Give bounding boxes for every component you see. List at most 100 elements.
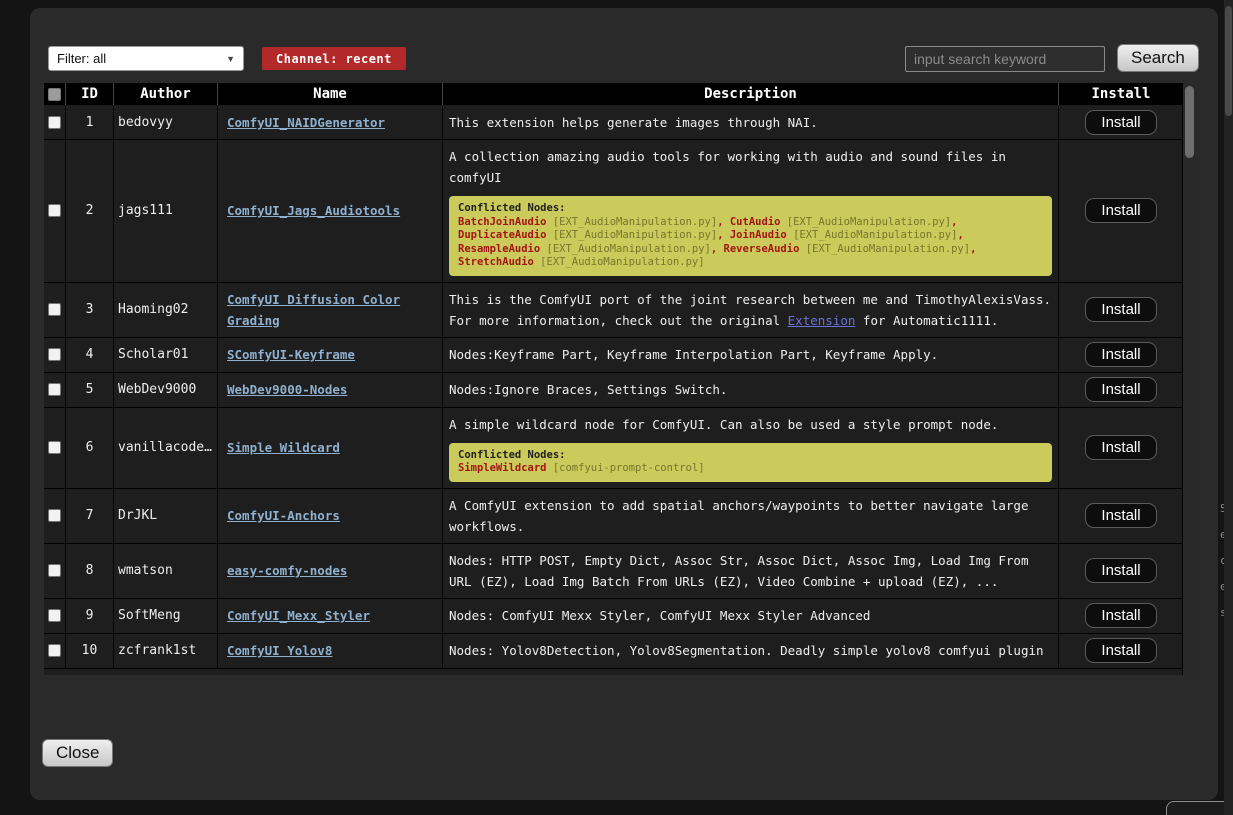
install-button[interactable]: Install <box>1085 110 1156 135</box>
description-text: This is the ComfyUI port of the joint re… <box>449 289 1052 331</box>
custom-nodes-table: ID Author Name Description Install 1bedo… <box>44 83 1197 675</box>
cell-checkbox <box>44 408 66 488</box>
cell-author: Haoming02 <box>114 283 218 337</box>
node-name-link[interactable]: ComfyUI_NAIDGenerator <box>227 112 385 133</box>
conflict-ext-ref: [comfyui-prompt-control] <box>547 462 705 474</box>
row-checkbox[interactable] <box>48 609 61 622</box>
conflict-separator: , <box>970 243 976 255</box>
node-name-link[interactable]: easy-comfy-nodes <box>227 560 347 581</box>
cell-install: Install <box>1059 544 1183 598</box>
install-button[interactable]: Install <box>1085 638 1156 663</box>
row-checkbox[interactable] <box>48 348 61 361</box>
node-name-link[interactable]: ComfyUI_Mexx_Styler <box>227 605 370 626</box>
install-button[interactable]: Install <box>1085 377 1156 402</box>
node-name-link[interactable]: SComfyUI-Keyframe <box>227 344 355 365</box>
node-name-link[interactable]: ComfyUI Diffusion Color Grading <box>227 289 433 331</box>
table-scrollbar[interactable] <box>1182 83 1197 675</box>
table-scrollbar-thumb[interactable] <box>1185 86 1194 158</box>
install-button[interactable]: Install <box>1085 503 1156 528</box>
conflict-node-name: ReverseAudio <box>724 243 800 255</box>
table-row: 2jags111 ComfyUI_Jags_Audiotools A collect… <box>44 140 1183 283</box>
conflict-node-name: JoinAudio <box>730 229 787 241</box>
conflict-ext-ref: [EXT_AudioManipulation.py] <box>787 229 958 241</box>
row-checkbox[interactable] <box>48 303 61 316</box>
table-row: 6vanillacode…Simple WildcardA simple wil… <box>44 408 1183 489</box>
cell-name: easy-comfy-nodes <box>218 544 443 598</box>
select-all-checkbox[interactable] <box>48 88 61 101</box>
table-header: ID Author Name Description Install <box>44 83 1183 105</box>
cell-author: wmatson <box>114 544 218 598</box>
filter-select-value: Filter: all <box>57 51 106 66</box>
node-name-link[interactable]: ComfyUI-Anchors <box>227 505 340 526</box>
install-button[interactable]: Install <box>1085 297 1156 322</box>
header-author: Author <box>114 83 218 105</box>
cell-description: Nodes:Ignore Braces, Settings Switch. <box>443 373 1059 407</box>
install-button[interactable]: Install <box>1085 198 1156 223</box>
channel-badge: Channel: recent <box>262 47 406 70</box>
conflict-separator: , <box>717 216 730 228</box>
row-checkbox[interactable] <box>48 383 61 396</box>
description-segment: for Automatic1111. <box>855 313 998 328</box>
header-install: Install <box>1059 83 1183 105</box>
cell-name: ComfyUI_Jags_Audiotools <box>218 140 443 282</box>
install-button[interactable]: Install <box>1085 342 1156 367</box>
conflict-items: BatchJoinAudio [EXT_AudioManipulation.py… <box>458 216 1043 270</box>
conflict-box: Conflicted Nodes:BatchJoinAudio [EXT_Aud… <box>449 196 1052 276</box>
conflict-title: Conflicted Nodes: <box>458 449 1043 463</box>
cell-author: WebDev9000 <box>114 373 218 407</box>
description-link[interactable]: Extension <box>788 313 856 328</box>
cell-author: bedovyy <box>114 105 218 139</box>
conflict-ext-ref: [EXT_AudioManipulation.py] <box>547 216 718 228</box>
cell-author: vanillacode… <box>114 408 218 488</box>
row-checkbox[interactable] <box>48 116 61 129</box>
table-row: 1bedovyyComfyUI_NAIDGeneratorThis extens… <box>44 105 1183 140</box>
close-button[interactable]: Close <box>42 739 113 767</box>
node-name-link[interactable]: Simple Wildcard <box>227 437 340 458</box>
install-button[interactable]: Install <box>1085 435 1156 460</box>
partial-button[interactable] <box>1166 801 1233 815</box>
node-name-link[interactable]: ComfyUI_Jags_Audiotools <box>227 200 400 221</box>
cell-id: 2 <box>66 140 114 282</box>
description-text: Nodes:Keyframe Part, Keyframe Interpolat… <box>449 344 1052 365</box>
header-name: Name <box>218 83 443 105</box>
row-checkbox[interactable] <box>48 564 61 577</box>
cell-name: SComfyUI-Keyframe <box>218 338 443 372</box>
cell-install: Install <box>1059 105 1183 139</box>
chevron-down-icon: ▼ <box>226 54 235 64</box>
node-name-link[interactable]: ComfyUI Yolov8 <box>227 640 332 661</box>
page-scrollbar[interactable] <box>1224 0 1233 815</box>
page: Filter: all ▼ Channel: recent Search ID … <box>0 0 1233 815</box>
header-description: Description <box>443 83 1059 105</box>
cell-description: Nodes: HTTP POST, Empty Dict, Assoc Str,… <box>443 544 1059 598</box>
cell-checkbox <box>44 140 66 282</box>
row-checkbox[interactable] <box>48 441 61 454</box>
row-checkbox[interactable] <box>48 644 61 657</box>
cell-description: A ComfyUI extension to add spatial ancho… <box>443 489 1059 543</box>
node-name-link[interactable]: WebDev9000-Nodes <box>227 379 347 400</box>
table-row: 8wmatsoneasy-comfy-nodesNodes: HTTP POST… <box>44 544 1183 599</box>
description-text: A collection amazing audio tools for wor… <box>449 146 1052 188</box>
install-button[interactable]: Install <box>1085 603 1156 628</box>
conflict-node-name: SimpleWildcard <box>458 462 547 474</box>
cell-name: ComfyUI_NAIDGenerator <box>218 105 443 139</box>
conflict-node-name: DuplicateAudio <box>458 229 547 241</box>
cell-author: jags111 <box>114 140 218 282</box>
install-button[interactable]: Install <box>1085 558 1156 583</box>
filter-select[interactable]: Filter: all ▼ <box>48 46 244 71</box>
cell-author: Scholar01 <box>114 338 218 372</box>
cell-install: Install <box>1059 408 1183 488</box>
conflict-ext-ref: [EXT_AudioManipulation.py] <box>547 229 718 241</box>
cell-install: Install <box>1059 599 1183 633</box>
search-button[interactable]: Search <box>1117 44 1199 72</box>
cell-name: ComfyUI_Mexx_Styler <box>218 599 443 633</box>
page-scrollbar-thumb[interactable] <box>1225 6 1232 116</box>
cell-name: Simple Wildcard <box>218 408 443 488</box>
cell-name: ComfyUI-Anchors <box>218 489 443 543</box>
search-input[interactable] <box>905 46 1105 72</box>
cell-install: Install <box>1059 338 1183 372</box>
row-checkbox[interactable] <box>48 204 61 217</box>
cell-install: Install <box>1059 489 1183 543</box>
row-checkbox[interactable] <box>48 509 61 522</box>
conflict-node-name: CutAudio <box>730 216 781 228</box>
description-text: Nodes: ComfyUI Mexx Styler, ComfyUI Mexx… <box>449 605 1052 626</box>
